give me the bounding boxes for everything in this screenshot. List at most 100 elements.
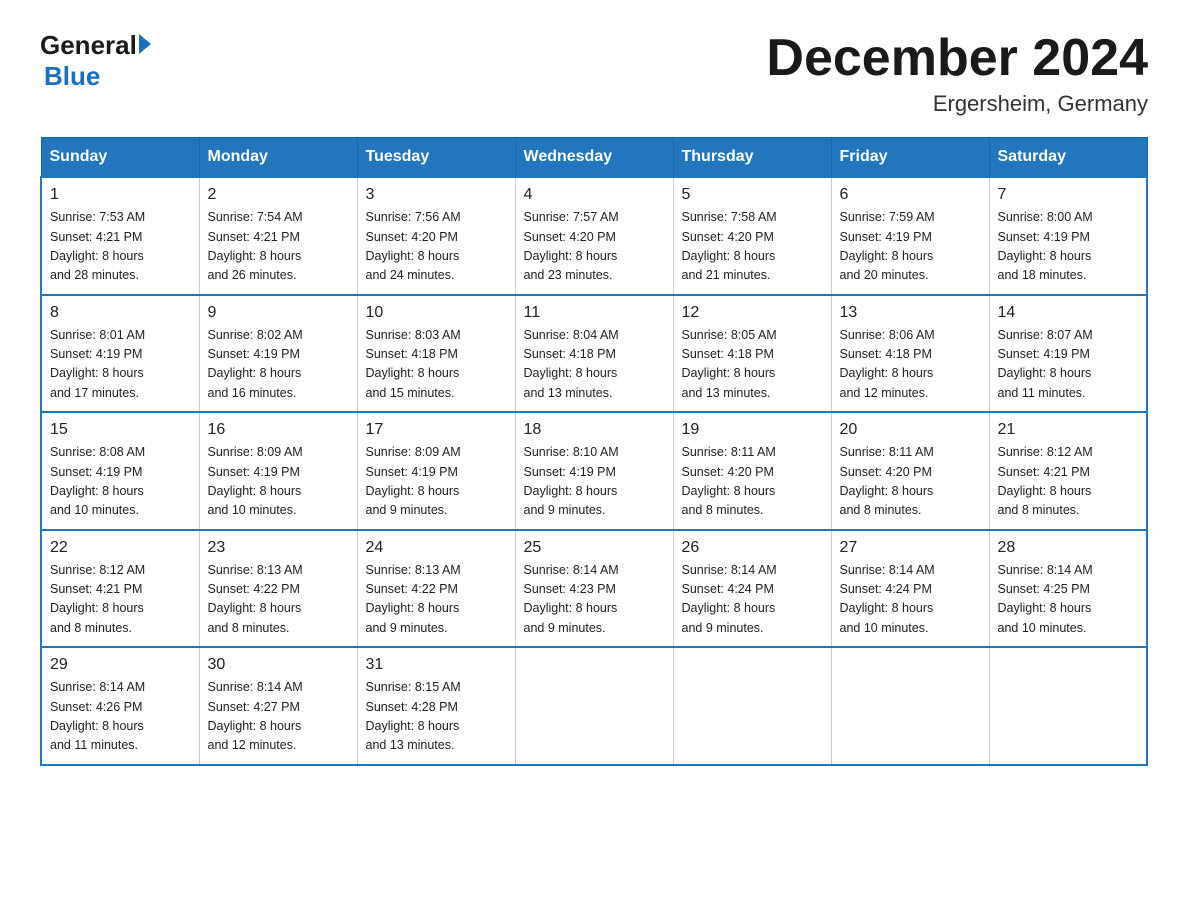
calendar-cell: 25 Sunrise: 8:14 AMSunset: 4:23 PMDayligh… bbox=[515, 530, 673, 648]
day-number: 5 bbox=[682, 186, 823, 204]
day-info: Sunrise: 8:14 AMSunset: 4:24 PMDaylight:… bbox=[682, 561, 823, 639]
calendar-cell: 1 Sunrise: 7:53 AMSunset: 4:21 PMDaylight… bbox=[41, 177, 199, 295]
day-info: Sunrise: 8:15 AMSunset: 4:28 PMDaylight:… bbox=[366, 678, 507, 756]
day-number: 8 bbox=[50, 304, 191, 322]
logo-arrow-icon bbox=[139, 34, 151, 54]
day-info: Sunrise: 8:14 AMSunset: 4:26 PMDaylight:… bbox=[50, 678, 191, 756]
calendar-cell: 8 Sunrise: 8:01 AMSunset: 4:19 PMDaylight… bbox=[41, 295, 199, 413]
day-number: 13 bbox=[840, 304, 981, 322]
column-header-thursday: Thursday bbox=[673, 138, 831, 178]
calendar-cell bbox=[831, 647, 989, 765]
day-number: 14 bbox=[998, 304, 1139, 322]
day-info: Sunrise: 8:00 AMSunset: 4:19 PMDaylight:… bbox=[998, 208, 1139, 286]
day-info: Sunrise: 7:53 AMSunset: 4:21 PMDaylight:… bbox=[50, 208, 191, 286]
day-number: 12 bbox=[682, 304, 823, 322]
day-info: Sunrise: 8:09 AMSunset: 4:19 PMDaylight:… bbox=[366, 443, 507, 521]
day-number: 17 bbox=[366, 421, 507, 439]
day-number: 3 bbox=[366, 186, 507, 204]
calendar-cell: 31 Sunrise: 8:15 AMSunset: 4:28 PMDayligh… bbox=[357, 647, 515, 765]
calendar-cell: 22 Sunrise: 8:12 AMSunset: 4:21 PMDayligh… bbox=[41, 530, 199, 648]
day-number: 26 bbox=[682, 539, 823, 557]
calendar-cell: 13 Sunrise: 8:06 AMSunset: 4:18 PMDayligh… bbox=[831, 295, 989, 413]
day-info: Sunrise: 8:11 AMSunset: 4:20 PMDaylight:… bbox=[682, 443, 823, 521]
day-info: Sunrise: 8:14 AMSunset: 4:27 PMDaylight:… bbox=[208, 678, 349, 756]
day-info: Sunrise: 8:13 AMSunset: 4:22 PMDaylight:… bbox=[208, 561, 349, 639]
day-number: 9 bbox=[208, 304, 349, 322]
day-info: Sunrise: 8:14 AMSunset: 4:25 PMDaylight:… bbox=[998, 561, 1139, 639]
day-info: Sunrise: 8:14 AMSunset: 4:23 PMDaylight:… bbox=[524, 561, 665, 639]
day-number: 15 bbox=[50, 421, 191, 439]
day-number: 16 bbox=[208, 421, 349, 439]
logo: General Blue bbox=[40, 30, 151, 92]
day-info: Sunrise: 8:04 AMSunset: 4:18 PMDaylight:… bbox=[524, 326, 665, 404]
day-number: 20 bbox=[840, 421, 981, 439]
day-info: Sunrise: 8:05 AMSunset: 4:18 PMDaylight:… bbox=[682, 326, 823, 404]
calendar-cell: 19 Sunrise: 8:11 AMSunset: 4:20 PMDayligh… bbox=[673, 412, 831, 530]
day-number: 31 bbox=[366, 656, 507, 674]
calendar-cell bbox=[515, 647, 673, 765]
week-row-2: 8 Sunrise: 8:01 AMSunset: 4:19 PMDaylight… bbox=[41, 295, 1147, 413]
column-header-sunday: Sunday bbox=[41, 138, 199, 178]
day-info: Sunrise: 7:58 AMSunset: 4:20 PMDaylight:… bbox=[682, 208, 823, 286]
day-info: Sunrise: 7:54 AMSunset: 4:21 PMDaylight:… bbox=[208, 208, 349, 286]
logo-blue-text: Blue bbox=[44, 61, 100, 92]
day-number: 25 bbox=[524, 539, 665, 557]
day-info: Sunrise: 7:57 AMSunset: 4:20 PMDaylight:… bbox=[524, 208, 665, 286]
day-number: 11 bbox=[524, 304, 665, 322]
day-info: Sunrise: 8:11 AMSunset: 4:20 PMDaylight:… bbox=[840, 443, 981, 521]
month-title: December 2024 bbox=[766, 30, 1148, 87]
day-number: 7 bbox=[998, 186, 1139, 204]
calendar-cell: 4Sunrise: 7:57 AMSunset: 4:20 PMDaylight… bbox=[515, 177, 673, 295]
day-number: 30 bbox=[208, 656, 349, 674]
week-row-5: 29 Sunrise: 8:14 AMSunset: 4:26 PMDayligh… bbox=[41, 647, 1147, 765]
calendar-cell: 17 Sunrise: 8:09 AMSunset: 4:19 PMDayligh… bbox=[357, 412, 515, 530]
week-row-3: 15 Sunrise: 8:08 AMSunset: 4:19 PMDayligh… bbox=[41, 412, 1147, 530]
calendar-cell: 16 Sunrise: 8:09 AMSunset: 4:19 PMDayligh… bbox=[199, 412, 357, 530]
calendar-header-row: SundayMondayTuesdayWednesdayThursdayFrid… bbox=[41, 138, 1147, 178]
day-number: 10 bbox=[366, 304, 507, 322]
day-number: 19 bbox=[682, 421, 823, 439]
day-info: Sunrise: 8:06 AMSunset: 4:18 PMDaylight:… bbox=[840, 326, 981, 404]
calendar-cell bbox=[673, 647, 831, 765]
logo-general-text: General bbox=[40, 30, 137, 61]
day-info: Sunrise: 7:56 AMSunset: 4:20 PMDaylight:… bbox=[366, 208, 507, 286]
calendar-cell: 7 Sunrise: 8:00 AMSunset: 4:19 PMDaylight… bbox=[989, 177, 1147, 295]
page-header: General Blue December 2024 Ergersheim, G… bbox=[40, 30, 1148, 117]
day-info: Sunrise: 8:07 AMSunset: 4:19 PMDaylight:… bbox=[998, 326, 1139, 404]
calendar-cell: 2Sunrise: 7:54 AMSunset: 4:21 PMDaylight… bbox=[199, 177, 357, 295]
location-text: Ergersheim, Germany bbox=[766, 91, 1148, 117]
day-info: Sunrise: 8:12 AMSunset: 4:21 PMDaylight:… bbox=[50, 561, 191, 639]
column-header-tuesday: Tuesday bbox=[357, 138, 515, 178]
day-info: Sunrise: 8:13 AMSunset: 4:22 PMDaylight:… bbox=[366, 561, 507, 639]
day-number: 18 bbox=[524, 421, 665, 439]
calendar-cell: 20 Sunrise: 8:11 AMSunset: 4:20 PMDayligh… bbox=[831, 412, 989, 530]
calendar-cell: 14 Sunrise: 8:07 AMSunset: 4:19 PMDayligh… bbox=[989, 295, 1147, 413]
day-number: 27 bbox=[840, 539, 981, 557]
calendar-cell: 24Sunrise: 8:13 AMSunset: 4:22 PMDayligh… bbox=[357, 530, 515, 648]
calendar-cell: 11 Sunrise: 8:04 AMSunset: 4:18 PMDayligh… bbox=[515, 295, 673, 413]
day-info: Sunrise: 8:03 AMSunset: 4:18 PMDaylight:… bbox=[366, 326, 507, 404]
day-number: 6 bbox=[840, 186, 981, 204]
day-info: Sunrise: 8:09 AMSunset: 4:19 PMDaylight:… bbox=[208, 443, 349, 521]
day-number: 22 bbox=[50, 539, 191, 557]
calendar-cell: 6 Sunrise: 7:59 AMSunset: 4:19 PMDaylight… bbox=[831, 177, 989, 295]
calendar-cell: 5 Sunrise: 7:58 AMSunset: 4:20 PMDaylight… bbox=[673, 177, 831, 295]
column-header-saturday: Saturday bbox=[989, 138, 1147, 178]
calendar-cell bbox=[989, 647, 1147, 765]
day-number: 29 bbox=[50, 656, 191, 674]
calendar-cell: 12 Sunrise: 8:05 AMSunset: 4:18 PMDayligh… bbox=[673, 295, 831, 413]
calendar-cell: 21Sunrise: 8:12 AMSunset: 4:21 PMDayligh… bbox=[989, 412, 1147, 530]
column-header-friday: Friday bbox=[831, 138, 989, 178]
column-header-monday: Monday bbox=[199, 138, 357, 178]
calendar-cell: 9 Sunrise: 8:02 AMSunset: 4:19 PMDaylight… bbox=[199, 295, 357, 413]
calendar-cell: 10 Sunrise: 8:03 AMSunset: 4:18 PMDayligh… bbox=[357, 295, 515, 413]
calendar-cell: 15 Sunrise: 8:08 AMSunset: 4:19 PMDayligh… bbox=[41, 412, 199, 530]
day-info: Sunrise: 7:59 AMSunset: 4:19 PMDaylight:… bbox=[840, 208, 981, 286]
day-number: 1 bbox=[50, 186, 191, 204]
calendar-table: SundayMondayTuesdayWednesdayThursdayFrid… bbox=[40, 137, 1148, 766]
day-info: Sunrise: 8:01 AMSunset: 4:19 PMDaylight:… bbox=[50, 326, 191, 404]
day-info: Sunrise: 8:02 AMSunset: 4:19 PMDaylight:… bbox=[208, 326, 349, 404]
calendar-cell: 29 Sunrise: 8:14 AMSunset: 4:26 PMDayligh… bbox=[41, 647, 199, 765]
calendar-cell: 30 Sunrise: 8:14 AMSunset: 4:27 PMDayligh… bbox=[199, 647, 357, 765]
day-info: Sunrise: 8:08 AMSunset: 4:19 PMDaylight:… bbox=[50, 443, 191, 521]
